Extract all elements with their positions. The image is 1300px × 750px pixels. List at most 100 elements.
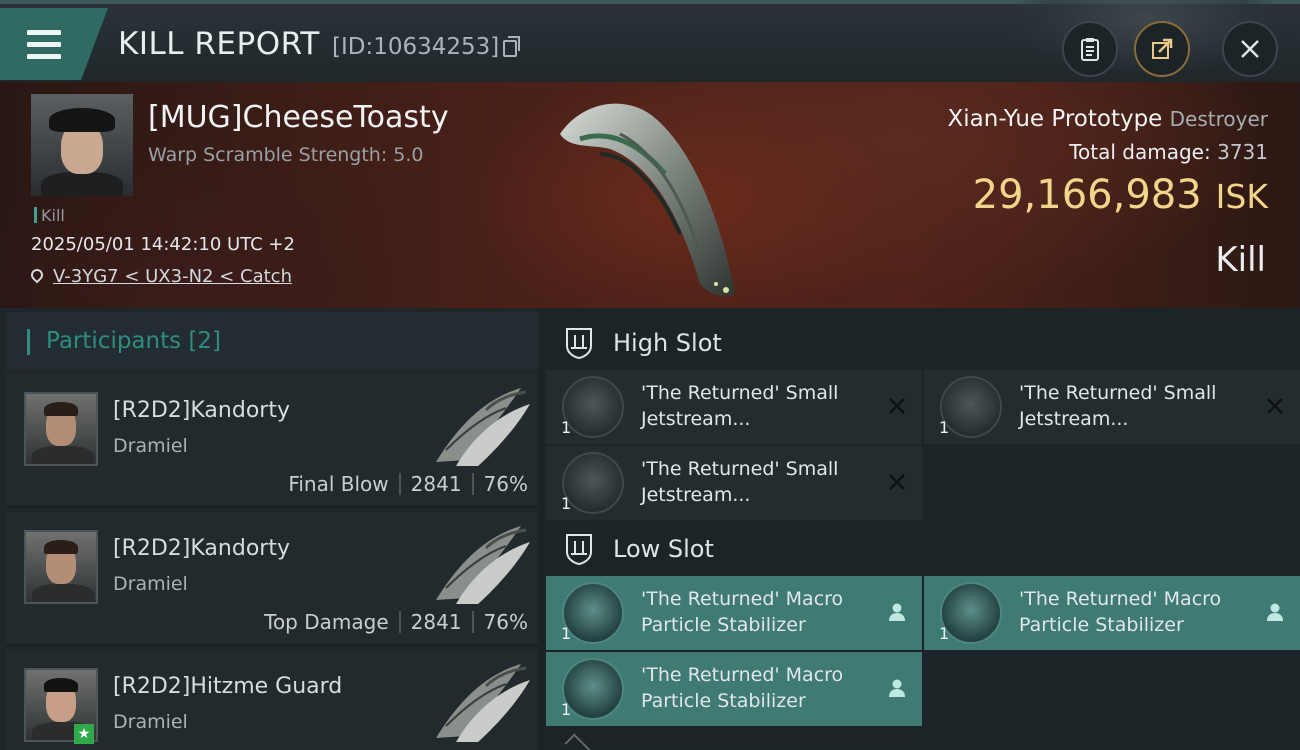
participant-avatar[interactable] [24, 530, 98, 604]
high-slot-icon [566, 328, 592, 360]
module-item[interactable]: 1 'The Returned' Small Jetstream... [546, 370, 922, 444]
copy-icon[interactable] [503, 36, 520, 57]
stats-separator [471, 611, 474, 633]
stats-separator [398, 473, 401, 495]
kill-report-header: KILL REPORT [ID:10634253] [0, 0, 1300, 82]
kill-location[interactable]: V-3YG7 < UX3-N2 < Catch [28, 266, 292, 287]
module-name: 'The Returned' Macro Particle Stabilizer [641, 586, 881, 638]
module-name-line1: 'The Returned' Macro [641, 664, 844, 686]
person-icon[interactable] [886, 677, 908, 699]
low-slot-icon [566, 534, 592, 566]
module-name-line2: Jetstream... [1019, 408, 1129, 430]
kill-tag-label: Kill [41, 206, 65, 225]
high-slot-label: High Slot [613, 329, 722, 357]
participant-ship: Dramiel [113, 711, 188, 733]
module-quantity: 1 [561, 418, 572, 437]
participant-role: Top Damage [264, 610, 389, 634]
jetstream-module-icon [940, 376, 1002, 438]
clipboard-button[interactable] [1062, 21, 1118, 77]
participants-count: [2] [188, 328, 222, 354]
star-icon: ★ [74, 724, 94, 744]
participant-name[interactable]: [R2D2]Kandorty [113, 398, 290, 423]
module-name-line2: Particle Stabilizer [641, 690, 806, 712]
module-name-line2: Jetstream... [641, 408, 751, 430]
close-icon[interactable] [886, 471, 908, 493]
module-name-line1: 'The Returned' Small [1019, 382, 1217, 404]
module-item[interactable]: 1 'The Returned' Macro Particle Stabilize… [546, 652, 922, 726]
module-name: 'The Returned' Macro Particle Stabilizer [1019, 586, 1259, 638]
module-name-line2: Particle Stabilizer [1019, 614, 1184, 636]
kill-datetime: 2025/05/01 14:42:10 UTC +2 [31, 234, 295, 255]
ship-type[interactable]: Xian-Yue Prototype Destroyer [948, 106, 1268, 132]
participant-name[interactable]: [R2D2]Kandorty [113, 536, 290, 561]
victim-name[interactable]: [MUG]CheeseToasty [148, 100, 449, 135]
module-name: 'The Returned' Small Jetstream... [641, 380, 881, 432]
result-label: Kill [1215, 240, 1266, 280]
module-name-line1: 'The Returned' Macro [641, 588, 844, 610]
isk-value: 29,166,983 ISK [973, 172, 1268, 218]
kill-tag: Kill [34, 206, 65, 225]
stats-separator [398, 611, 401, 633]
module-item[interactable]: 1 'The Returned' Macro Particle Stabilize… [924, 576, 1300, 650]
module-quantity: 1 [561, 700, 572, 719]
module-name-line1: 'The Returned' Small [641, 382, 839, 404]
participant-ship: Dramiel [113, 573, 188, 595]
avatar-body [32, 446, 94, 464]
stabilizer-module-icon [562, 658, 624, 720]
person-icon[interactable] [1264, 601, 1286, 623]
participants-header: Participants [2] [6, 312, 538, 370]
share-button[interactable] [1134, 21, 1190, 77]
report-id: [ID:10634253] [332, 34, 500, 60]
close-icon[interactable] [1264, 395, 1286, 417]
stabilizer-module-icon [562, 582, 624, 644]
menu-button[interactable] [0, 8, 108, 80]
location-path[interactable]: V-3YG7 < UX3-N2 < Catch [53, 266, 292, 287]
total-damage-value: 3731 [1217, 140, 1268, 164]
menu-icon-bar [27, 54, 61, 59]
participant-row[interactable]: ★ [R2D2]Hitzme Guard Dramiel [6, 650, 538, 750]
jetstream-module-icon [562, 452, 624, 514]
total-damage: Total damage: 3731 [1069, 140, 1268, 164]
participant-avatar[interactable] [24, 392, 98, 466]
victim-banner: [MUG]CheeseToasty Warp Scramble Strength… [0, 82, 1300, 308]
victim-ship-image [560, 103, 735, 296]
fitting-panel: High Slot 1 'The Returned' Small Jetstrea… [542, 308, 1300, 750]
avatar-hair [44, 402, 78, 416]
low-slot-label: Low Slot [613, 535, 714, 563]
avatar-hair [44, 678, 78, 692]
module-name-line1: 'The Returned' Small [641, 458, 839, 480]
participant-stats: Top Damage 2841 76% [264, 610, 528, 634]
ship-name: Xian-Yue Prototype [947, 106, 1163, 132]
participant-name[interactable]: [R2D2]Hitzme Guard [113, 674, 342, 699]
stabilizer-module-icon [940, 582, 1002, 644]
close-button[interactable] [1222, 21, 1278, 77]
person-icon[interactable] [886, 601, 908, 623]
stats-separator [471, 473, 474, 495]
close-icon [1241, 40, 1259, 58]
participant-percent: 76% [483, 472, 528, 496]
module-quantity: 1 [561, 624, 572, 643]
module-name: 'The Returned' Small Jetstream... [1019, 380, 1259, 432]
participant-stats: Final Blow 2841 76% [288, 472, 528, 496]
module-name: 'The Returned' Small Jetstream... [641, 456, 881, 508]
module-name-line2: Jetstream... [641, 484, 751, 506]
module-item[interactable]: 1 'The Returned' Small Jetstream... [546, 446, 922, 520]
participant-row[interactable]: [R2D2]Kandorty Dramiel Top Damage 2841 76% [6, 512, 538, 646]
avatar-hair [44, 540, 78, 554]
portrait-body [41, 172, 123, 196]
warp-scramble-strength: Warp Scramble Strength: 5.0 [148, 144, 424, 166]
kill-tag-marker [34, 207, 37, 223]
share-icon [1152, 38, 1173, 59]
module-item[interactable]: 1 'The Returned' Macro Particle Stabilize… [546, 576, 922, 650]
portrait-hat [49, 108, 115, 132]
module-quantity: 1 [939, 624, 950, 643]
module-name-line1: 'The Returned' Macro [1019, 588, 1222, 610]
module-name-line2: Particle Stabilizer [641, 614, 806, 636]
victim-avatar[interactable] [31, 94, 133, 196]
close-icon[interactable] [886, 395, 908, 417]
module-item[interactable]: 1 'The Returned' Small Jetstream... [924, 370, 1300, 444]
participant-row[interactable]: [R2D2]Kandorty Dramiel Final Blow 2841 76% [6, 374, 538, 508]
jetstream-module-icon [562, 376, 624, 438]
participant-ship: Dramiel [113, 435, 188, 457]
participant-role: Final Blow [288, 472, 389, 496]
